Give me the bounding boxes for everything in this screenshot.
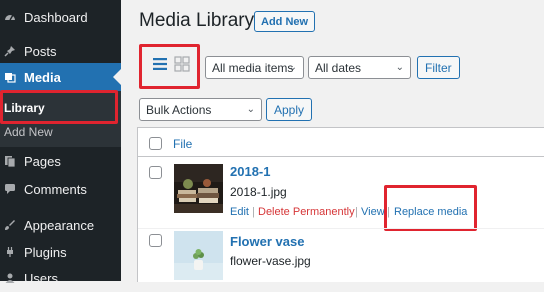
media-title-link[interactable]: Flower vase: [230, 234, 304, 249]
current-menu-arrow: [113, 69, 121, 85]
media-filename: flower-vase.jpg: [230, 254, 311, 268]
media-type-select[interactable]: All media items ⌄: [205, 56, 304, 79]
sidebar-item-label: Appearance: [24, 217, 95, 233]
chevron-down-icon: ⌄: [288, 62, 297, 73]
brush-icon: [4, 219, 16, 231]
sidebar-item-label: Users: [24, 270, 58, 286]
bulk-actions-select[interactable]: Bulk Actions ⌄: [139, 98, 262, 121]
chevron-down-icon: ⌄: [246, 104, 255, 115]
sidebar-item-label: Plugins: [24, 244, 67, 260]
view-mode-highlight: [139, 44, 200, 89]
submenu-item-add-new[interactable]: Add New: [4, 125, 53, 139]
admin-sidebar: Dashboard Posts Media Library Add New Pa…: [0, 0, 121, 286]
media-filename: 2018-1.jpg: [230, 185, 287, 199]
page-title: Media Library: [139, 10, 255, 31]
edit-link[interactable]: Edit: [230, 206, 249, 218]
users-icon: [4, 272, 16, 284]
row-checkbox[interactable]: [149, 234, 162, 247]
media-type-value: All media items: [212, 60, 294, 75]
delete-permanently-link[interactable]: Delete Permanently: [258, 206, 355, 218]
sidebar-item-label: Media: [24, 69, 61, 85]
sidebar-item-label: Posts: [24, 43, 57, 59]
plugin-icon: [4, 246, 16, 258]
header-divider: [138, 156, 544, 157]
sidebar-item-users[interactable]: Users: [0, 264, 121, 292]
bulk-actions-value: Bulk Actions: [146, 102, 212, 117]
action-separator: |: [355, 206, 358, 218]
column-header-file[interactable]: File: [173, 137, 192, 151]
pin-icon: [4, 45, 16, 57]
sidebar-item-label: Comments: [24, 181, 87, 197]
library-highlight: [0, 90, 118, 124]
chevron-down-icon: ⌄: [395, 62, 404, 73]
action-separator: |: [252, 206, 255, 218]
row-checkbox[interactable]: [149, 166, 162, 179]
filter-button[interactable]: Filter: [417, 56, 460, 79]
media-thumbnail[interactable]: [174, 231, 223, 280]
row-divider: [138, 228, 544, 229]
select-all-checkbox[interactable]: [149, 137, 162, 150]
apply-button[interactable]: Apply: [266, 98, 313, 121]
sidebar-item-pages[interactable]: Pages: [0, 147, 121, 175]
media-icon: [4, 71, 16, 83]
media-thumbnail[interactable]: [174, 164, 223, 213]
media-table: File 2018-1 2018-1.jpg Edit | Delete Per…: [137, 127, 544, 282]
sidebar-item-appearance[interactable]: Appearance: [0, 211, 121, 239]
sidebar-item-dashboard[interactable]: Dashboard: [0, 3, 121, 31]
sidebar-item-plugins[interactable]: Plugins: [0, 238, 121, 266]
sidebar-item-label: Dashboard: [24, 9, 88, 25]
sidebar-item-label: Pages: [24, 153, 61, 169]
sidebar-item-media[interactable]: Media: [0, 63, 121, 91]
add-new-button[interactable]: Add New: [254, 11, 316, 32]
pages-icon: [4, 155, 16, 167]
replace-media-highlight: [384, 185, 477, 231]
sidebar-item-posts[interactable]: Posts: [0, 37, 121, 65]
view-link[interactable]: View: [361, 206, 385, 218]
dashboard-icon: [4, 11, 16, 23]
date-value: All dates: [315, 60, 362, 75]
media-title-link[interactable]: 2018-1: [230, 164, 270, 179]
sidebar-item-comments[interactable]: Comments: [0, 175, 121, 203]
comments-icon: [4, 183, 16, 195]
date-select[interactable]: All dates ⌄: [308, 56, 411, 79]
